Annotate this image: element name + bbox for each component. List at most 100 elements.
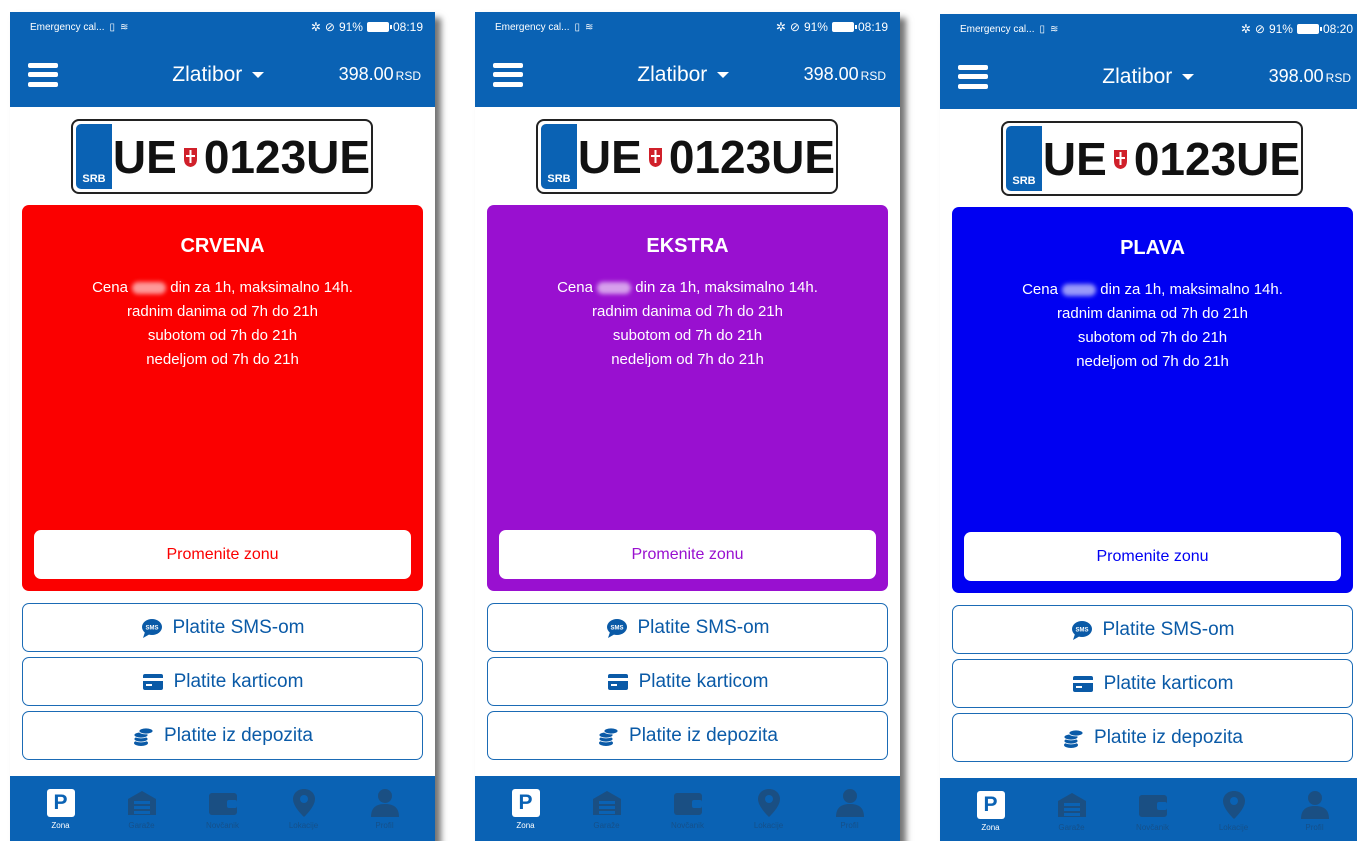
nav-profil[interactable]: Profil <box>820 787 880 830</box>
parking-p-icon: P <box>511 789 540 817</box>
city-dropdown[interactable]: Zlatibor <box>1028 65 1269 89</box>
balance: 398.00 RSD <box>1269 66 1351 87</box>
hours-saturday: subotom od 7h do 21h <box>147 327 298 344</box>
blurred-price <box>132 282 167 295</box>
plate-city-code: UE <box>112 130 177 183</box>
plate-city-code: UE <box>577 130 642 183</box>
pay-sms-button[interactable]: SMS Platite SMS-om <box>22 603 423 652</box>
bottom-navigation: P Zona Garaže Novčanik Lokacije Profil <box>475 776 900 841</box>
hours-sunday: nedeljom od 7h do 21h <box>611 351 764 368</box>
zone-name: EKSTRA <box>646 235 729 257</box>
nav-zona[interactable]: P Zona <box>496 787 556 830</box>
zone-name: CRVENA <box>180 235 265 257</box>
hours-saturday: subotom od 7h do 21h <box>612 327 763 344</box>
nav-garaze[interactable]: Garaže <box>577 787 637 830</box>
profile-icon <box>370 789 399 817</box>
phone-screen-1: Emergency cal... ▯ ≋ ✲ ⊘ 91% 08:19 Zlatibor 3… <box>10 12 435 841</box>
nav-lokacije[interactable]: Lokacije <box>739 787 799 830</box>
status-bar: Emergency cal... ▯ ≋ ✲ ⊘ 91% 08:20 <box>940 14 1357 44</box>
pay-sms-button[interactable]: SMS Platite SMS-om <box>952 605 1353 654</box>
nav-novcanik[interactable]: Novčanik <box>193 787 253 830</box>
bluetooth-icon: ✲ <box>1240 22 1251 36</box>
serbian-crest-icon <box>1113 149 1127 169</box>
zone-price: Cena din za 1h, maksimalno 14h. <box>92 279 353 296</box>
status-time: 08:19 <box>857 20 888 34</box>
balance-amount: 398.00 <box>803 64 859 84</box>
balance-currency: RSD <box>860 69 886 83</box>
caret-down-icon <box>1182 73 1195 80</box>
nav-profil[interactable]: Profil <box>355 787 415 830</box>
nav-zona[interactable]: P Zona <box>31 787 91 830</box>
zone-price: Cena din za 1h, maksimalno 14h. <box>1022 281 1283 298</box>
wallet-icon <box>208 793 237 815</box>
pay-deposit-button[interactable]: Platite iz depozita <box>952 713 1353 762</box>
pay-deposit-label: Platite iz depozita <box>1094 726 1243 748</box>
plate-number: 0123UE <box>1133 132 1301 185</box>
header: Emergency cal... ▯ ≋ ✲ ⊘ 91% 08:20 Zlatibor 3… <box>940 14 1357 109</box>
location-pin-icon <box>1222 791 1245 819</box>
garage-icon <box>592 791 621 815</box>
status-carrier: Emergency cal... <box>30 21 105 33</box>
phone-screen-2: Emergency cal... ▯ ≋ ✲ ⊘ 91% 08:19 Zlatibor 3… <box>475 12 900 841</box>
pay-card-button[interactable]: Platite karticom <box>22 657 423 706</box>
nav-lokacije[interactable]: Lokacije <box>274 787 334 830</box>
license-plate[interactable]: SRB UE 0123UE <box>536 119 838 194</box>
pay-card-label: Platite karticom <box>1103 672 1234 694</box>
change-zone-button[interactable]: Promenite zonu <box>34 530 411 579</box>
app-bar: Zlatibor 398.00 RSD <box>10 42 435 107</box>
plate-country-code: SRB <box>1012 175 1036 187</box>
pay-sms-label: Platite SMS-om <box>637 616 770 638</box>
mute-icon: ⊘ <box>324 20 335 34</box>
city-dropdown[interactable]: Zlatibor <box>98 63 339 87</box>
city-name: Zlatibor <box>637 62 708 86</box>
caret-down-icon <box>252 71 265 78</box>
license-plate[interactable]: SRB UE 0123UE <box>1001 121 1303 196</box>
nav-garaze[interactable]: Garaže <box>112 787 172 830</box>
change-zone-button[interactable]: Promenite zonu <box>964 532 1341 581</box>
nav-zona[interactable]: P Zona <box>961 789 1021 832</box>
pay-card-button[interactable]: Platite karticom <box>487 657 888 706</box>
location-pin-icon <box>292 789 315 817</box>
app-bar: Zlatibor 398.00 RSD <box>475 42 900 107</box>
change-zone-button[interactable]: Promenite zonu <box>499 530 876 579</box>
pay-deposit-label: Platite iz depozita <box>629 724 778 746</box>
hours-weekdays: radnim danima od 7h do 21h <box>592 303 783 320</box>
header: Emergency cal... ▯ ≋ ✲ ⊘ 91% 08:19 Zlatibor 3… <box>475 12 900 107</box>
coins-icon <box>1063 729 1084 748</box>
plate-number: 0123UE <box>668 130 836 183</box>
sim-icon: ▯ <box>109 21 115 33</box>
svg-text:SMS: SMS <box>1075 627 1088 633</box>
bluetooth-icon: ✲ <box>775 20 786 34</box>
nav-garaze[interactable]: Garaže <box>1042 789 1102 832</box>
pay-card-label: Platite karticom <box>638 670 769 692</box>
nav-profil[interactable]: Profil <box>1285 789 1345 832</box>
city-dropdown[interactable]: Zlatibor <box>563 63 804 87</box>
bluetooth-icon: ✲ <box>310 20 321 34</box>
profile-icon <box>835 789 864 817</box>
nav-novcanik[interactable]: Novčanik <box>658 787 718 830</box>
plate-number: 0123UE <box>203 130 371 183</box>
nav-lokacije[interactable]: Lokacije <box>1204 789 1264 832</box>
mute-icon: ⊘ <box>1254 22 1265 36</box>
caret-down-icon <box>717 71 730 78</box>
status-bar: Emergency cal... ▯ ≋ ✲ ⊘ 91% 08:19 <box>10 12 435 42</box>
sim-icon: ▯ <box>1039 23 1045 35</box>
hours-weekdays: radnim danima od 7h do 21h <box>1057 305 1248 322</box>
license-plate[interactable]: SRB UE 0123UE <box>71 119 373 194</box>
pay-deposit-button[interactable]: Platite iz depozita <box>22 711 423 760</box>
blurred-price <box>597 282 632 295</box>
pay-sms-button[interactable]: SMS Platite SMS-om <box>487 603 888 652</box>
pay-card-button[interactable]: Platite karticom <box>952 659 1353 708</box>
pay-deposit-button[interactable]: Platite iz depozita <box>487 711 888 760</box>
status-time: 08:19 <box>392 20 423 34</box>
hamburger-menu-icon[interactable] <box>493 62 523 87</box>
plate-country-strip: SRB <box>1006 126 1042 191</box>
hamburger-menu-icon[interactable] <box>958 64 988 89</box>
serbian-crest-icon <box>183 147 197 167</box>
pay-deposit-label: Platite iz depozita <box>164 724 313 746</box>
svg-text:SMS: SMS <box>145 625 158 631</box>
hamburger-menu-icon[interactable] <box>28 62 58 87</box>
nav-novcanik[interactable]: Novčanik <box>1123 789 1183 832</box>
zone-info: Cena din za 1h, maksimalno 14h. radnim d… <box>952 278 1353 374</box>
credit-card-icon <box>142 673 163 690</box>
